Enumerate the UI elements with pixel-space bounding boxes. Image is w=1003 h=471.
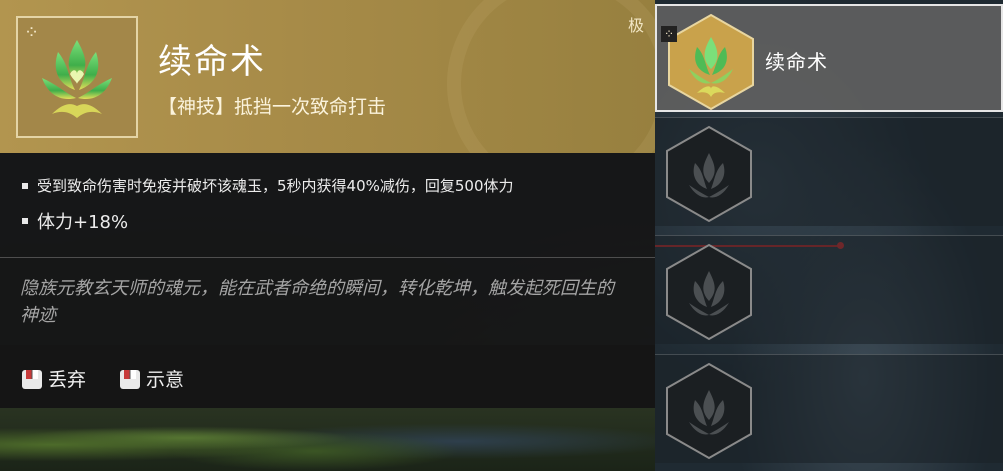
rarity-badge: 极 bbox=[628, 16, 645, 35]
item-detail-panel: ⁘ 续命术 【神技】抵挡一次致命打击 极 受到致命伤害时免疫并破坏该魂玉，5秒内… bbox=[0, 0, 655, 408]
new-sparkle-icon: ⁘ bbox=[661, 26, 677, 42]
item-header: ⁘ 续命术 【神技】抵挡一次致命打击 极 bbox=[0, 0, 655, 153]
item-body: 受到致命伤害时免疫并破坏该魂玉，5秒内获得40%减伤，回复500体力 体力+18… bbox=[0, 153, 655, 408]
effect-line: 受到致命伤害时免疫并破坏该魂玉，5秒内获得40%减伤，回复500体力 bbox=[22, 175, 514, 196]
drop-button[interactable]: 丢弃 bbox=[20, 365, 86, 392]
empty-hexagon-slot-icon bbox=[666, 243, 752, 341]
effect-text: 受到致命伤害时免疫并破坏该魂玉，5秒内获得40%减伤，回复500体力 bbox=[37, 177, 514, 195]
mouse-key-icon bbox=[120, 369, 140, 389]
soul-jade-slot-3[interactable] bbox=[655, 235, 1003, 344]
empty-hexagon-slot-icon bbox=[666, 362, 752, 460]
empty-hexagon-slot-icon bbox=[666, 125, 752, 223]
bullet-icon bbox=[22, 182, 28, 189]
item-name: 续命术 bbox=[158, 42, 266, 82]
hexagon-slot-icon bbox=[668, 13, 754, 111]
header-emblem-decoration bbox=[447, 0, 655, 153]
item-icon-frame: ⁘ bbox=[16, 16, 138, 138]
soul-jade-slot-1[interactable]: ⁘ 续命术 bbox=[655, 4, 1003, 112]
slot-label: 续命术 bbox=[765, 50, 828, 74]
effect-line: 体力+18% bbox=[22, 208, 128, 234]
action-bar: 丢弃 示意 bbox=[0, 345, 655, 408]
signal-button[interactable]: 示意 bbox=[118, 365, 184, 392]
bullet-icon bbox=[22, 218, 28, 224]
item-lore: 隐族元教玄天师的魂元，能在武者命绝的瞬间，转化乾坤，触发起死回生的神迹 bbox=[20, 278, 614, 326]
green-lotus-flame-icon bbox=[42, 40, 112, 118]
effect-text: 体力+18% bbox=[37, 212, 129, 233]
divider bbox=[0, 257, 655, 258]
soul-jade-slot-4[interactable] bbox=[655, 354, 1003, 463]
drop-label: 丢弃 bbox=[48, 369, 87, 391]
signal-label: 示意 bbox=[146, 369, 185, 391]
mouse-key-icon bbox=[22, 369, 42, 389]
game-scene-foliage bbox=[0, 405, 655, 471]
item-subtitle: 【神技】抵挡一次致命打击 bbox=[158, 96, 387, 118]
soul-jade-slot-2[interactable] bbox=[655, 117, 1003, 226]
